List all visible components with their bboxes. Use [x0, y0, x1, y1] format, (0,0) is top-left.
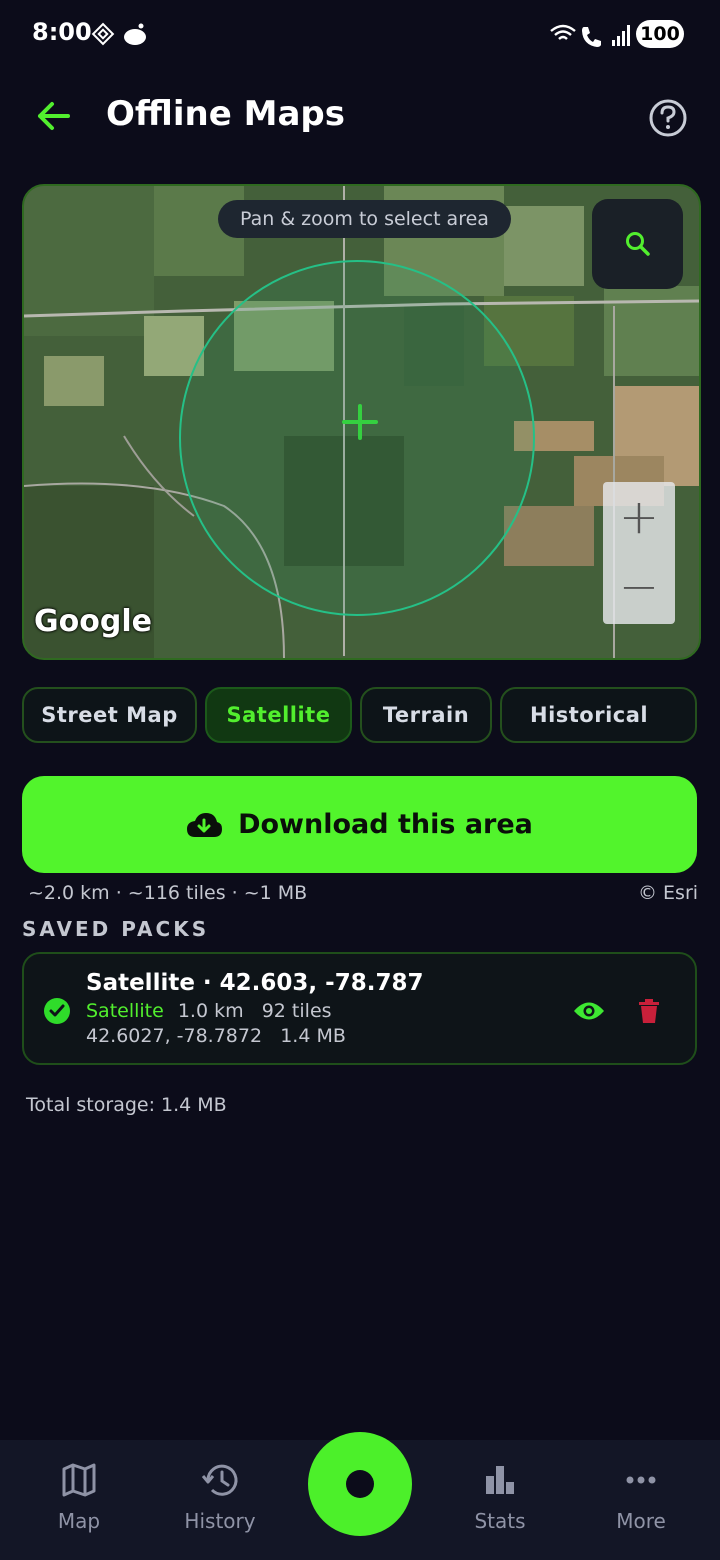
- delete-pack-button[interactable]: [632, 994, 666, 1028]
- tab-street-map[interactable]: Street Map: [22, 687, 197, 743]
- nav-stats[interactable]: Stats: [440, 1462, 560, 1533]
- more-icon: [626, 1476, 656, 1484]
- zoom-out-button[interactable]: −: [603, 552, 675, 622]
- record-button[interactable]: [308, 1432, 412, 1536]
- eye-icon: [574, 1002, 604, 1020]
- help-icon: [649, 99, 687, 137]
- total-storage: Total storage: 1.4 MB: [26, 1094, 227, 1116]
- diamond-icon: [91, 22, 115, 46]
- search-icon: [625, 232, 650, 256]
- call-icon: [582, 27, 601, 47]
- download-estimate: ~2.0 km · ~116 tiles · ~1 MB: [28, 882, 308, 904]
- reddit-icon: [124, 23, 146, 45]
- nav-history-label: History: [184, 1509, 256, 1533]
- google-logo: Google: [34, 604, 152, 639]
- trash-icon: [639, 999, 659, 1023]
- map-search-button[interactable]: [592, 199, 683, 289]
- record-icon: [346, 1470, 374, 1498]
- history-icon: [201, 1464, 238, 1496]
- nav-more[interactable]: More: [581, 1462, 701, 1533]
- check-icon: [44, 998, 70, 1024]
- pack-size-tiles: 1.0 km 92 tiles: [177, 1000, 332, 1022]
- status-time: 8:00: [32, 18, 92, 46]
- wifi-icon: [550, 24, 576, 40]
- zoom-in-button[interactable]: +: [603, 482, 675, 552]
- pack-coords-size: 42.6027, -78.7872 1.4 MB: [86, 1025, 346, 1047]
- nav-more-label: More: [616, 1509, 666, 1533]
- nav-history[interactable]: History: [160, 1462, 280, 1533]
- map-icon: [62, 1463, 96, 1497]
- pack-details: Satellite 1.0 km 92 tiles: [86, 1000, 332, 1022]
- tab-historical[interactable]: Historical: [500, 687, 697, 743]
- signal-icon: [612, 25, 630, 46]
- arrow-left-icon: [38, 102, 70, 130]
- tab-satellite[interactable]: Satellite: [205, 687, 352, 743]
- map-attribution: © Esri: [638, 882, 699, 904]
- view-pack-button[interactable]: [572, 994, 606, 1028]
- map-hint: Pan & zoom to select area: [218, 200, 511, 238]
- nav-stats-label: Stats: [474, 1509, 526, 1533]
- battery-indicator: 100: [636, 20, 684, 48]
- page-title: Offline Maps: [106, 94, 345, 134]
- pack-type: Satellite: [86, 1000, 164, 1022]
- nav-map-label: Map: [57, 1509, 101, 1533]
- back-button[interactable]: [30, 92, 78, 140]
- status-left-icons: [90, 22, 150, 52]
- zoom-controls: + −: [603, 482, 675, 624]
- stats-icon: [486, 1466, 514, 1494]
- status-right-icons: [548, 22, 634, 52]
- saved-packs-heading: SAVED PACKS: [22, 917, 210, 941]
- download-area-button[interactable]: Download this area: [22, 776, 697, 873]
- pack-title: Satellite · 42.603, -78.787: [86, 970, 424, 996]
- cloud-download-icon: [187, 812, 223, 837]
- tab-terrain[interactable]: Terrain: [360, 687, 492, 743]
- nav-map[interactable]: Map: [19, 1462, 139, 1533]
- download-label: Download this area: [238, 809, 533, 840]
- help-button[interactable]: [646, 96, 690, 140]
